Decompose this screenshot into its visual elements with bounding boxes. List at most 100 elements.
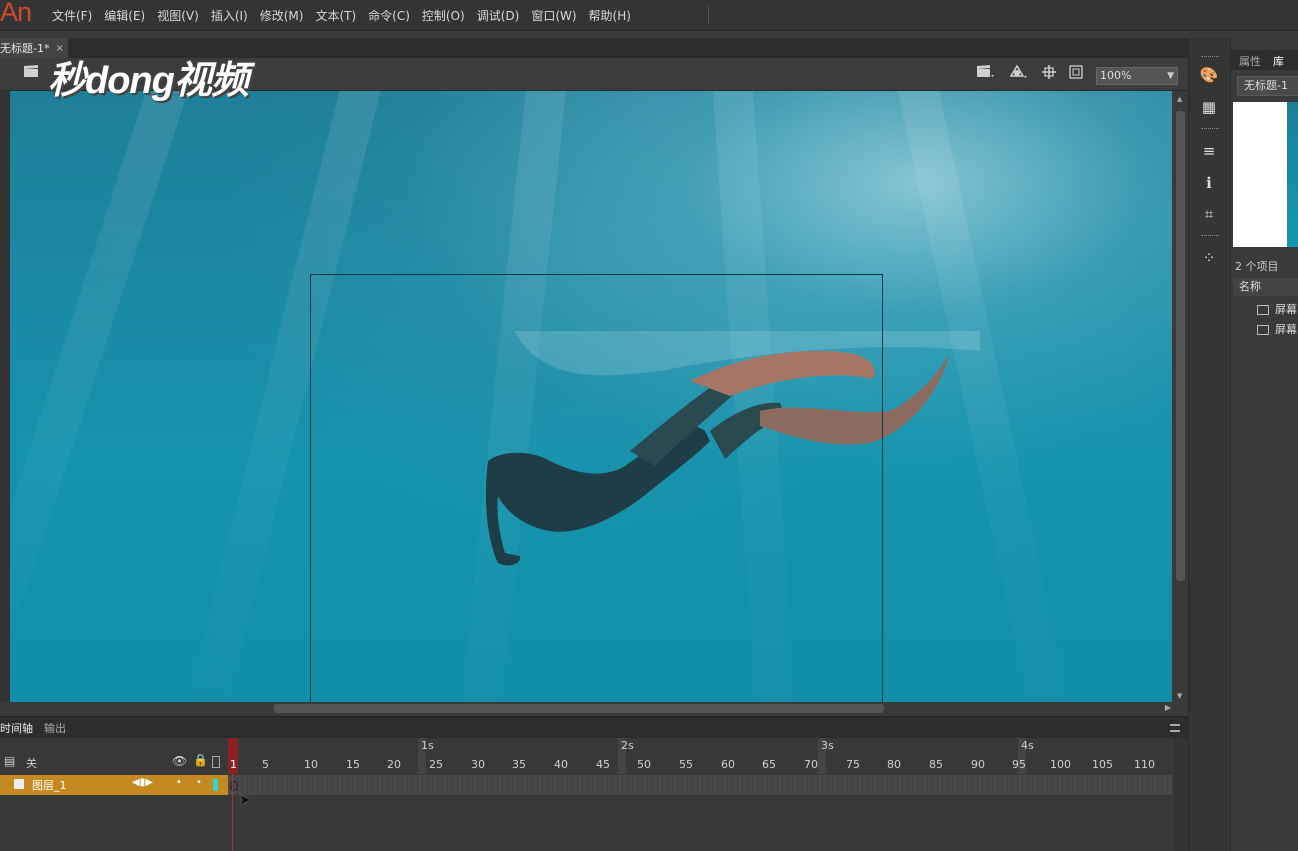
playhead-line bbox=[232, 774, 233, 851]
clip-content-icon[interactable] bbox=[1067, 64, 1085, 82]
color-palette-icon[interactable]: 🎨 bbox=[1199, 65, 1219, 85]
components-icon[interactable]: ⁘ bbox=[1199, 248, 1219, 268]
tab-timeline[interactable]: 时间轴 bbox=[0, 720, 33, 736]
library-item-count: 2 个项目 bbox=[1235, 260, 1279, 273]
preview-image bbox=[1287, 102, 1298, 247]
library-item[interactable]: 屏幕 bbox=[1233, 320, 1298, 340]
timeline-ruler[interactable]: 1s 2s 3s 4s 1 5 10 15 20 25 30 35 40 45 … bbox=[228, 738, 1173, 774]
center-stage-icon[interactable] bbox=[1040, 64, 1058, 82]
layer-type-icon bbox=[14, 779, 24, 789]
menu-divider bbox=[708, 6, 709, 24]
lock-dot-icon[interactable]: • bbox=[196, 777, 202, 788]
timeline-tab-bar: 时间轴 输出 bbox=[0, 716, 1188, 739]
grip-handle[interactable] bbox=[1201, 128, 1219, 131]
main-menu: 文件(F) 编辑(E) 视图(V) 插入(I) 修改(M) 文本(T) 命令(C… bbox=[46, 0, 637, 30]
menu-text[interactable]: 文本(T) bbox=[309, 7, 362, 24]
visibility-dot-icon[interactable]: • bbox=[176, 777, 182, 788]
layer-header-label: 关 bbox=[26, 757, 37, 770]
grip-handle[interactable] bbox=[1201, 235, 1219, 238]
layer-frames[interactable] bbox=[228, 775, 1173, 795]
layers-icon[interactable]: ▤ bbox=[4, 754, 15, 768]
frame-label: 110 bbox=[1134, 758, 1155, 771]
mouse-cursor-icon: ➤ bbox=[238, 790, 252, 809]
frame-label: 50 bbox=[637, 758, 651, 771]
stage-canvas[interactable] bbox=[10, 91, 1172, 702]
library-document-select[interactable]: 无标题-1 bbox=[1237, 76, 1298, 96]
info-icon[interactable]: ℹ bbox=[1199, 173, 1219, 193]
second-label: 1s bbox=[421, 739, 434, 752]
lock-icon[interactable]: 🔒 bbox=[193, 753, 208, 767]
menu-view[interactable]: 视图(V) bbox=[151, 7, 205, 24]
frame-label: 30 bbox=[471, 758, 485, 771]
scrollbar-thumb[interactable] bbox=[274, 704, 884, 713]
menu-control[interactable]: 控制(O) bbox=[416, 7, 471, 24]
tab-properties[interactable]: 属性 bbox=[1239, 53, 1261, 69]
motion-editor-icon[interactable]: ◀▮▶ bbox=[132, 777, 153, 788]
menu-bar: An 文件(F) 编辑(E) 视图(V) 插入(I) 修改(M) 文本(T) 命… bbox=[0, 0, 1298, 31]
layer-row[interactable]: 图层_1 ◀▮▶ • • bbox=[0, 775, 228, 795]
menu-edit[interactable]: 编辑(E) bbox=[98, 7, 151, 24]
grip-handle[interactable] bbox=[1201, 56, 1219, 59]
menu-commands[interactable]: 命令(C) bbox=[362, 7, 416, 24]
swatches-grid-icon[interactable]: ▦ bbox=[1199, 97, 1219, 117]
frame-label: 20 bbox=[387, 758, 401, 771]
transform-icon[interactable]: ⌗ bbox=[1199, 204, 1219, 224]
zoom-value: 100% bbox=[1100, 69, 1132, 82]
frame-label: 65 bbox=[762, 758, 776, 771]
frame-label: 15 bbox=[346, 758, 360, 771]
frame-label: 35 bbox=[512, 758, 526, 771]
frame-label: 70 bbox=[804, 758, 818, 771]
frame-label: 55 bbox=[679, 758, 693, 771]
stage-left-gutter bbox=[0, 91, 10, 702]
clapperboard-icon[interactable] bbox=[22, 64, 40, 82]
scroll-down-icon[interactable]: ▼ bbox=[1177, 692, 1182, 700]
menu-window[interactable]: 窗口(W) bbox=[525, 7, 582, 24]
scrollbar-thumb[interactable] bbox=[1176, 111, 1185, 581]
bitmap-icon bbox=[1257, 325, 1269, 335]
scroll-right-icon[interactable]: ▶ bbox=[1165, 703, 1171, 712]
layer-color-swatch[interactable] bbox=[213, 779, 218, 791]
menu-debug[interactable]: 调试(D) bbox=[471, 7, 526, 24]
eye-icon[interactable]: 👁 bbox=[172, 754, 187, 768]
menu-help[interactable]: 帮助(H) bbox=[583, 7, 637, 24]
outline-icon[interactable] bbox=[212, 756, 220, 768]
align-icon[interactable]: ≡ bbox=[1199, 141, 1219, 161]
light-ray bbox=[10, 91, 200, 702]
frame-label: 90 bbox=[971, 758, 985, 771]
frame-label: 75 bbox=[846, 758, 860, 771]
frame-label: 60 bbox=[721, 758, 735, 771]
frame-label: 40 bbox=[554, 758, 568, 771]
library-panel: 属性 库 无标题-1 2 个项目 名称 屏幕 屏幕 bbox=[1230, 38, 1298, 851]
frame-label: 25 bbox=[429, 758, 443, 771]
menu-modify[interactable]: 修改(M) bbox=[254, 7, 310, 24]
frame-label: 85 bbox=[929, 758, 943, 771]
app-logo: An bbox=[0, 0, 32, 27]
zoom-select[interactable]: 100% ▼ bbox=[1096, 67, 1178, 85]
edit-symbols-icon[interactable] bbox=[1008, 64, 1027, 82]
frame-label: 105 bbox=[1092, 758, 1113, 771]
panel-tab-bar: 属性 库 bbox=[1231, 50, 1298, 70]
frame-label: 100 bbox=[1050, 758, 1071, 771]
chevron-down-icon: ▼ bbox=[1167, 71, 1174, 81]
library-item-name: 屏幕 bbox=[1275, 303, 1297, 316]
stage-horizontal-scrollbar[interactable]: ▶ bbox=[0, 702, 1174, 715]
frame-label: 1 bbox=[230, 758, 237, 771]
edit-scene-icon[interactable] bbox=[976, 64, 994, 82]
library-item[interactable]: 屏幕 bbox=[1233, 300, 1298, 320]
second-label: 3s bbox=[821, 739, 834, 752]
menu-insert[interactable]: 插入(I) bbox=[205, 7, 254, 24]
library-item-name: 屏幕 bbox=[1275, 323, 1297, 336]
second-label: 2s bbox=[621, 739, 634, 752]
tab-library[interactable]: 库 bbox=[1273, 53, 1284, 69]
timeline-panel: ▤ 关 👁 🔒 图层_1 ◀▮▶ • • 1s 2s 3s 4s 1 5 10 … bbox=[0, 738, 1188, 851]
panel-menu-icon[interactable] bbox=[1170, 724, 1180, 732]
timeline-scrollbar[interactable] bbox=[1174, 738, 1187, 851]
frame-label: 95 bbox=[1012, 758, 1026, 771]
layer-name[interactable]: 图层_1 bbox=[32, 777, 67, 793]
tab-output[interactable]: 输出 bbox=[44, 720, 66, 736]
layer-header: ▤ 关 👁 🔒 bbox=[0, 752, 228, 774]
stage-vertical-scrollbar[interactable]: ▲ ▼ bbox=[1174, 91, 1187, 702]
library-column-name[interactable]: 名称 bbox=[1233, 278, 1298, 296]
scroll-up-icon[interactable]: ▲ bbox=[1177, 95, 1182, 103]
menu-file[interactable]: 文件(F) bbox=[46, 7, 98, 24]
